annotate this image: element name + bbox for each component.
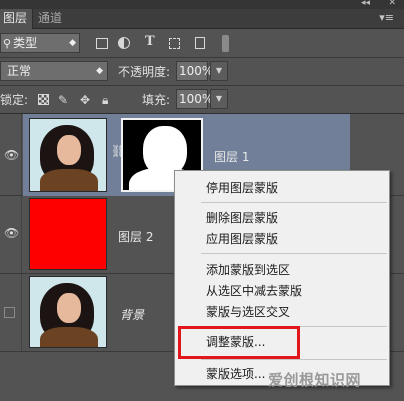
eye-icon[interactable]: 👁︎ (4, 148, 19, 162)
layer-name[interactable]: 图层 1 (214, 148, 249, 165)
visibility-column (0, 274, 22, 351)
tab-layers[interactable]: 图层 (0, 9, 33, 29)
panel-tab-bar: 图层 通道 ▾≡ (0, 9, 404, 29)
layer-name[interactable]: 背景 (120, 306, 144, 323)
filter-kind-select[interactable]: ⚲ 类型 ◆ (0, 33, 80, 53)
filter-kind-label: 类型 (13, 36, 38, 50)
menu-separator (201, 253, 387, 254)
fill-input[interactable]: 100% (176, 89, 213, 109)
smart-object-filter-icon[interactable] (195, 37, 205, 49)
blend-row: 正常 ◆ 不透明度: 100% ▼ (0, 58, 404, 86)
menu-item-add-mask-to-selection[interactable]: 添加蒙版到选区 (206, 262, 290, 278)
layer-thumbnail[interactable] (29, 198, 107, 270)
portrait-face (57, 293, 81, 323)
fill-label: 填充: (142, 93, 171, 107)
tab-channels[interactable]: 通道 (35, 9, 66, 29)
menu-separator (201, 359, 387, 360)
fill-dropdown-button[interactable]: ▼ (210, 89, 228, 109)
menu-item-disable-layer-mask[interactable]: 停用图层蒙版 (206, 180, 278, 196)
menu-separator (201, 202, 387, 203)
lock-image-pixels-icon[interactable]: ✎ (58, 94, 68, 106)
menu-item-mask-options[interactable]: 蒙版选项... (206, 366, 265, 382)
lock-position-icon[interactable]: ✥ (80, 94, 90, 106)
menu-item-delete-layer-mask[interactable]: 删除图层蒙版 (206, 210, 278, 226)
visibility-column: 👁︎ (0, 196, 22, 273)
watermark: 爱创根知识网 (268, 371, 362, 389)
layer-thumbnail[interactable] (29, 118, 107, 192)
layer-name[interactable]: 图层 2 (118, 228, 153, 245)
visibility-toggle-empty[interactable] (4, 307, 15, 318)
portrait-body (40, 327, 98, 347)
chevron-updown-icon: ◆ (69, 38, 76, 48)
menu-item-apply-layer-mask[interactable]: 应用图层蒙版 (206, 231, 278, 247)
opacity-input[interactable]: 100% (176, 61, 213, 81)
opacity-label: 不透明度: (118, 65, 171, 79)
filter-row: ⚲ 类型 ◆ T (0, 30, 404, 58)
adjustment-layer-filter-icon[interactable] (118, 37, 130, 49)
lock-all-icon[interactable]: 🔒︎ (102, 94, 108, 106)
panel-menu-icon[interactable]: ▾≡ (379, 11, 394, 24)
filter-toggle[interactable] (222, 35, 229, 52)
portrait-face (57, 135, 81, 165)
portrait-body (40, 169, 98, 191)
panel-title-strip: ◂◂ ✕ (0, 0, 404, 9)
chevron-updown-icon: ◆ (96, 66, 103, 76)
search-icon: ⚲ (3, 37, 12, 50)
visibility-column: 👁︎ (0, 114, 22, 195)
blend-mode-select[interactable]: 正常 ◆ (0, 61, 108, 81)
lock-transparent-pixels-icon[interactable] (38, 94, 49, 105)
pixel-layer-filter-icon[interactable] (96, 38, 108, 49)
blend-mode-value: 正常 (7, 64, 32, 78)
lock-label: 锁定: (0, 93, 29, 107)
close-icon[interactable]: ✕ (388, 0, 396, 8)
layer-thumbnail[interactable] (29, 276, 107, 348)
menu-item-subtract-mask-from-selection[interactable]: 从选区中减去蒙版 (206, 283, 302, 299)
type-layer-filter-icon[interactable]: T (145, 35, 155, 49)
shape-layer-filter-icon[interactable] (169, 38, 180, 49)
lock-row: 锁定: ✎ ✥ 🔒︎ 填充: 100% ▼ (0, 86, 404, 114)
annotation-highlight-box (178, 326, 300, 359)
eye-icon[interactable]: 👁︎ (4, 226, 19, 240)
double-chevron-left-icon[interactable]: ◂◂ (361, 0, 370, 8)
opacity-dropdown-button[interactable]: ▼ (210, 61, 228, 81)
menu-item-intersect-mask-with-selection[interactable]: 蒙版与选区交叉 (206, 304, 290, 320)
